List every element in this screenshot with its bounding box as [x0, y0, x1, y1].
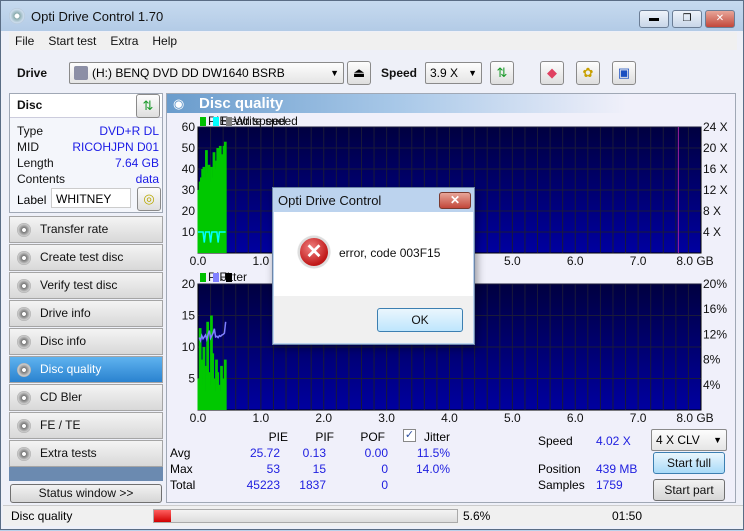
y-tick-label: 15 — [182, 309, 196, 323]
y2-tick-label: 8 X — [703, 204, 721, 218]
progress-text: 5.6% — [463, 509, 491, 523]
dialog-message: error, code 003F15 — [339, 246, 441, 260]
legend-swatch — [213, 273, 219, 282]
y-tick-label: 5 — [188, 372, 195, 386]
stats-value: 1837 — [299, 478, 326, 492]
y2-tick-label: 12 X — [703, 183, 728, 197]
x-tick-label: 6.0 — [567, 411, 584, 425]
legend-swatch — [200, 273, 206, 282]
pif-bar — [223, 359, 227, 410]
legend-label: Write speed — [234, 114, 298, 128]
stats-value: 0 — [381, 462, 388, 476]
x-tick-label: 7.0 — [630, 254, 647, 268]
stats-col-header: POF — [360, 430, 385, 444]
speed-value: 4.02 X — [596, 434, 631, 448]
y2-tick-label: 16% — [703, 302, 727, 316]
y2-tick-label: 12% — [703, 327, 727, 341]
x-tick-label: 1.0 — [253, 254, 270, 268]
x-tick-label: 4.0 — [441, 411, 458, 425]
y-tick-label: 30 — [182, 183, 196, 197]
legend-swatch — [226, 273, 232, 282]
samples-value: 1759 — [596, 478, 623, 492]
x-tick-label: 5.0 — [504, 254, 521, 268]
y-tick-label: 10 — [182, 340, 196, 354]
progress-bar — [153, 509, 458, 523]
error-dialog: Opti Drive Control ✕ ✕ error, code 003F1… — [272, 187, 475, 345]
samples-label: Samples — [538, 478, 585, 492]
y2-tick-label: 8% — [703, 353, 721, 367]
x-tick-label: 0.0 — [190, 411, 207, 425]
dialog-title: Opti Drive Control — [278, 193, 382, 208]
stats-value: 0.00 — [364, 446, 388, 460]
x-tick-label: 0.0 — [190, 254, 207, 268]
stats-row-label: Avg — [170, 446, 191, 460]
stats-row-label: Total — [170, 478, 196, 492]
stats-col-header: PIF — [315, 430, 334, 444]
app-window: Opti Drive Control 1.70 ▬ ❐ ✕ File Start … — [0, 0, 744, 530]
y2-tick-label: 16 X — [703, 162, 728, 176]
stats-value: 0.13 — [302, 446, 326, 460]
y-tick-label: 20 — [182, 204, 196, 218]
stats-row-label: Max — [170, 462, 193, 476]
y-tick-label: 60 — [182, 120, 196, 134]
x-tick-label: 6.0 — [567, 254, 584, 268]
speed-label: Speed — [538, 434, 573, 448]
stats-col-header: PIE — [268, 430, 288, 444]
legend-swatch — [200, 117, 206, 126]
legend-swatch — [213, 117, 219, 126]
start-part-button[interactable]: Start part — [653, 479, 725, 501]
x-tick-label: 8.0 GB — [676, 411, 713, 425]
y-tick-label: 50 — [182, 141, 196, 155]
y-tick-label: 20 — [182, 277, 196, 291]
y2-tick-label: 24 X — [703, 120, 728, 134]
y2-tick-label: 4 X — [703, 225, 721, 239]
jitter-checkbox[interactable]: ✓ — [403, 429, 416, 442]
progress-fill — [154, 510, 171, 522]
y2-tick-label: 4% — [703, 378, 721, 392]
stats-value: 15 — [312, 462, 326, 476]
x-tick-label: 3.0 — [378, 411, 395, 425]
position-label: Position — [538, 462, 581, 476]
legend-label: Jitter — [221, 270, 247, 284]
x-tick-label: 2.0 — [315, 411, 332, 425]
x-tick-label: 5.0 — [504, 411, 521, 425]
x-tick-label: 1.0 — [253, 411, 270, 425]
x-tick-label: 8.0 GB — [676, 254, 713, 268]
elapsed-time: 01:50 — [612, 509, 643, 523]
test-speed-select[interactable]: 4 X CLV ▼ — [651, 429, 727, 451]
stats-value: 0 — [381, 478, 388, 492]
ok-button[interactable]: OK — [377, 308, 463, 332]
stats-value: 11.5% — [416, 446, 450, 460]
position-value: 439 MB — [596, 462, 638, 476]
dialog-close-button[interactable]: ✕ — [439, 192, 471, 209]
chevron-down-icon: ▼ — [713, 435, 722, 445]
start-full-button[interactable]: Start full — [653, 452, 725, 474]
pie-bar — [223, 141, 227, 253]
y-tick-label: 40 — [182, 162, 196, 176]
jitter-label: Jitter — [424, 430, 451, 444]
y-tick-label: 10 — [182, 225, 196, 239]
legend-swatch — [226, 117, 232, 126]
x-tick-label: 7.0 — [630, 411, 647, 425]
y2-tick-label: 20 X — [703, 141, 728, 155]
status-text: Disc quality — [11, 509, 73, 523]
error-icon: ✕ — [298, 236, 330, 268]
y2-tick-label: 20% — [703, 277, 727, 291]
status-bar: Disc quality 5.6% 01:50 — [3, 505, 743, 526]
stats-value: 14.0% — [415, 462, 450, 476]
test-speed-value: 4 X CLV — [656, 433, 700, 447]
